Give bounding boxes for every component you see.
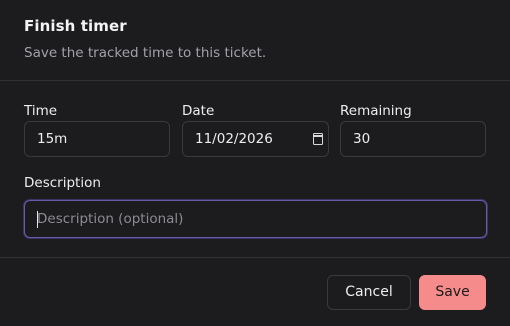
description-placeholder: Description (optional): [37, 211, 184, 227]
date-input[interactable]: 11/02/2026: [182, 121, 329, 157]
time-input-value: 15m: [37, 131, 68, 147]
cancel-button[interactable]: Cancel: [327, 275, 411, 310]
calendar-icon[interactable]: [313, 133, 323, 145]
remaining-input[interactable]: 30: [340, 121, 486, 157]
date-input-value: 11/02/2026: [195, 131, 273, 147]
description-input[interactable]: Description (optional): [24, 200, 487, 238]
remaining-input-value: 30: [353, 131, 371, 147]
dialog-subtitle: Save the tracked time to this ticket.: [24, 45, 267, 61]
time-label: Time: [24, 103, 58, 119]
remaining-label: Remaining: [340, 103, 412, 119]
finish-timer-dialog: Finish timer Save the tracked time to th…: [0, 0, 510, 326]
dialog-title: Finish timer: [24, 17, 127, 35]
footer-divider: [0, 257, 510, 258]
text-caret: [37, 211, 38, 228]
date-label: Date: [182, 103, 215, 119]
header-divider: [0, 80, 510, 81]
time-input[interactable]: 15m: [24, 121, 170, 157]
save-button[interactable]: Save: [419, 275, 486, 310]
description-label: Description: [24, 175, 101, 191]
